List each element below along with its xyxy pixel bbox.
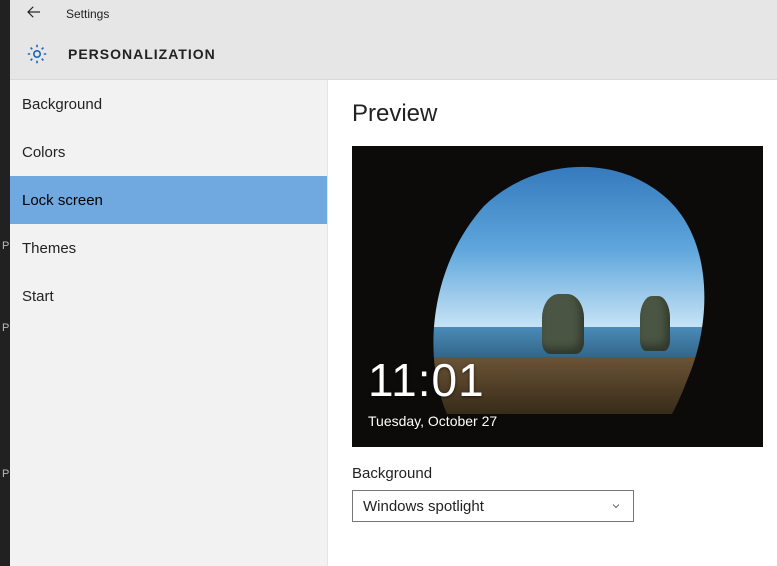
lockscreen-preview: 11:01 Tuesday, October 27 [352, 146, 763, 447]
sidebar-item-label: Background [22, 96, 102, 113]
section-title: PERSONALIZATION [50, 46, 216, 62]
sidebar-item-lock-screen[interactable]: Lock screen [10, 176, 327, 224]
settings-window: Settings PERSONALIZATION Background Colo… [10, 0, 777, 566]
obscured-window-fragment: P [2, 322, 9, 334]
content-title: Preview [352, 100, 777, 128]
sidebar-item-background[interactable]: Background [10, 80, 327, 128]
sidebar-item-label: Colors [22, 144, 65, 161]
sidebar-item-label: Themes [22, 240, 76, 257]
chevron-down-icon [609, 499, 623, 513]
sidebar: Background Colors Lock screen Themes Sta… [10, 80, 328, 566]
gear-icon [24, 41, 50, 67]
background-field-label: Background [352, 465, 777, 482]
back-button[interactable] [20, 0, 48, 28]
lockscreen-time: 11:01 [368, 353, 485, 407]
sidebar-item-label: Lock screen [22, 192, 103, 209]
section-header: PERSONALIZATION [10, 28, 777, 79]
content-pane: Preview 11:01 Tuesday, October 27 Backgr… [328, 80, 777, 566]
lockscreen-date: Tuesday, October 27 [368, 413, 497, 429]
sidebar-item-start[interactable]: Start [10, 272, 327, 320]
obscured-window-fragment: P [2, 240, 9, 252]
window-header: Settings PERSONALIZATION [10, 0, 777, 80]
titlebar: Settings [10, 0, 777, 28]
back-arrow-icon [25, 3, 43, 26]
app-title: Settings [48, 7, 109, 21]
background-dropdown[interactable]: Windows spotlight [352, 490, 634, 522]
obscured-window-fragment: P [2, 468, 9, 480]
background-dropdown-value: Windows spotlight [363, 498, 484, 515]
sidebar-item-label: Start [22, 288, 54, 305]
sidebar-item-colors[interactable]: Colors [10, 128, 327, 176]
window-body: Background Colors Lock screen Themes Sta… [10, 80, 777, 566]
sidebar-item-themes[interactable]: Themes [10, 224, 327, 272]
